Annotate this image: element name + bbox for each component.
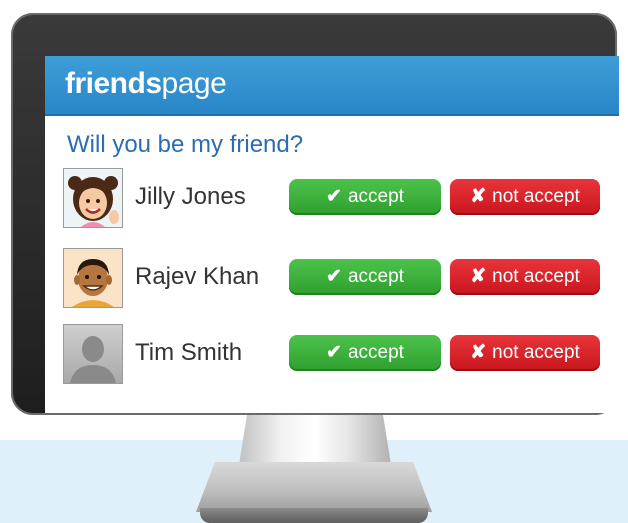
friend-request-prompt: Will you be my friend?	[67, 131, 304, 158]
monitor-bezel: friendspage Will you be my friend? Jilly…	[11, 13, 619, 415]
cross-icon: ✘	[470, 266, 487, 287]
not-accept-label: not accept	[492, 266, 580, 287]
not-accept-button[interactable]: ✘ not accept	[450, 259, 600, 295]
not-accept-button[interactable]: ✘ not accept	[450, 179, 600, 215]
friend-request-row: Tim Smith ✔ accept ✘ not accept	[63, 324, 619, 386]
accept-label: accept	[347, 342, 404, 363]
accept-button[interactable]: ✔ accept	[289, 179, 441, 215]
not-accept-label: not accept	[492, 342, 580, 363]
boy-avatar	[63, 248, 123, 308]
friendspage-screen: friendspage Will you be my friend? Jilly…	[45, 56, 619, 413]
girl-avatar	[63, 168, 123, 228]
logo-light-text: page	[161, 67, 227, 100]
friendspage-logo[interactable]: friendspage	[65, 67, 227, 101]
not-accept-button[interactable]: ✘ not accept	[450, 335, 600, 371]
accept-button[interactable]: ✔ accept	[289, 259, 441, 295]
checkmark-icon: ✔	[326, 342, 342, 363]
app-header: friendspage	[45, 56, 619, 116]
monitor-stand-edge	[200, 508, 428, 523]
logo-bold-text: friends	[65, 67, 162, 100]
default-silhouette-avatar	[63, 324, 123, 384]
accept-label: accept	[347, 186, 404, 207]
not-accept-label: not accept	[492, 186, 580, 207]
monitor-stand-base	[196, 462, 432, 512]
requester-name: Tim Smith	[135, 339, 243, 366]
cross-icon: ✘	[470, 342, 487, 363]
accept-button[interactable]: ✔ accept	[289, 335, 441, 371]
requester-name: Rajev Khan	[135, 263, 260, 290]
checkmark-icon: ✔	[326, 186, 342, 207]
friend-request-row: Rajev Khan ✔ accept ✘ not accept	[63, 248, 619, 310]
friend-request-row: Jilly Jones ✔ accept ✘ not accept	[63, 168, 619, 230]
checkmark-icon: ✔	[326, 266, 342, 287]
accept-label: accept	[347, 266, 404, 287]
requester-name: Jilly Jones	[135, 183, 246, 210]
cross-icon: ✘	[470, 186, 487, 207]
